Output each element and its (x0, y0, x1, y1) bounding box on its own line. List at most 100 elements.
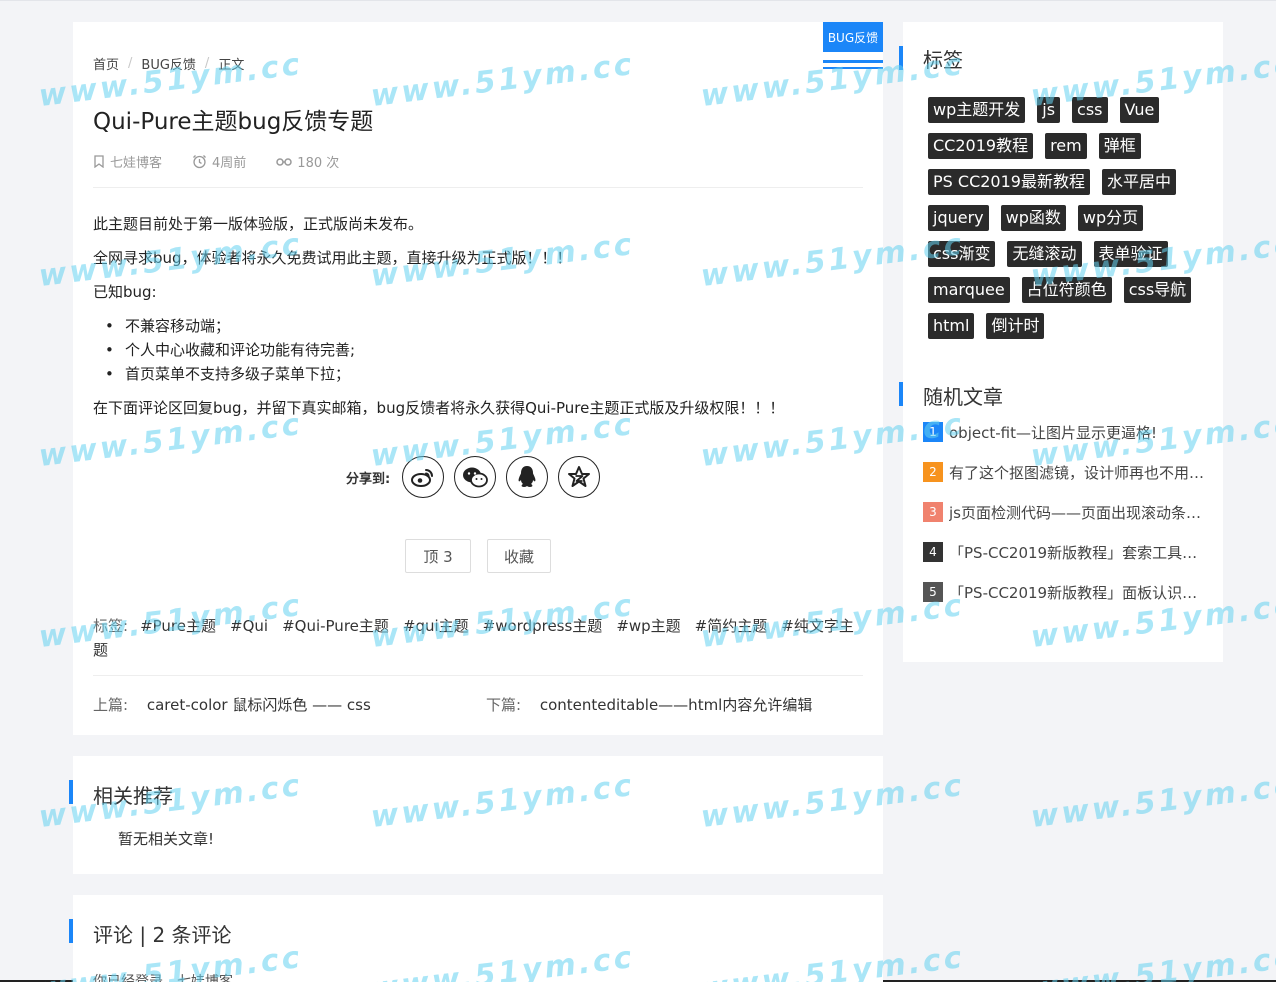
random-posts: 1 object-fit—让图片显示更逼格! 2 有了这个抠图滤镜，设计师再也不… (923, 422, 1208, 622)
weibo-share-button[interactable] (402, 456, 445, 498)
meta-author[interactable]: 七娃博客 (93, 152, 162, 171)
next-label: 下篇: (486, 696, 522, 714)
category-badge[interactable]: BUG反馈 (823, 22, 883, 52)
qzone-share-button[interactable] (558, 456, 601, 498)
meta-views: 180 次 (276, 152, 339, 171)
tag-cloud-item[interactable]: 水平居中 (1101, 169, 1176, 195)
tags-label: 标签: (93, 617, 129, 635)
tag-cloud-item[interactable]: marquee (928, 277, 1010, 303)
content-paragraph: 全网寻求bug，体验者将永久免费试用此主题，直接升级为正式版！！！ (93, 249, 572, 267)
tag-cloud-item[interactable]: wp函数 (1000, 205, 1066, 231)
views-icon (276, 157, 293, 166)
breadcrumb-current: 正文 (218, 58, 245, 73)
tag-cloud-item[interactable]: CC2019教程 (928, 133, 1034, 159)
qq-share-button[interactable] (506, 456, 549, 498)
meta-author-name: 七娃博客 (110, 156, 163, 171)
list-item: • 首页菜单不支持多级子菜单下拉； (105, 365, 351, 383)
tag-cloud-item[interactable]: wp主题开发 (928, 97, 1026, 123)
random-post-item[interactable]: 5 「PS-CC2019新版教程」面板认识与设置 (923, 582, 1208, 602)
category-underline (823, 60, 883, 63)
tag-cloud-item[interactable]: 占位符颜色 (1021, 277, 1112, 303)
post-tag[interactable]: #wordpress主题 (483, 617, 603, 635)
post-tag[interactable]: #wp主题 (616, 617, 680, 635)
tag-cloud-item[interactable]: wp分页 (1077, 205, 1144, 231)
tag-cloud-item[interactable]: 弹框 (1098, 133, 1141, 159)
favorite-button[interactable]: 收藏 (487, 539, 551, 573)
weibo-icon (411, 469, 434, 487)
tag-cloud-item[interactable]: 表单验证 (1093, 241, 1168, 267)
meta-views-text: 180 次 (297, 156, 340, 171)
list-item: • 不兼容移动端； (105, 317, 231, 335)
random-post-title: 有了这个抠图滤镜，设计师再也不用担心抠图了 (949, 463, 1208, 482)
tag-cloud-item[interactable]: js (1037, 97, 1061, 123)
page-title: Qui-Pure主题bug反馈专题 (93, 109, 374, 135)
tags-divider (93, 675, 863, 676)
section-accent-bar (69, 780, 73, 804)
next-post-link[interactable]: contenteditable——html内容允许编辑 (540, 696, 813, 714)
random-post-item[interactable]: 4 「PS-CC2019新版教程」套索工具详解 (923, 542, 1208, 562)
section-accent-bar (899, 382, 903, 406)
post-tag[interactable]: #Pure主题 (140, 617, 216, 635)
breadcrumb-home[interactable]: 首页 (93, 54, 119, 73)
wechat-share-button[interactable] (454, 456, 497, 498)
post-tags: 标签: #Pure主题 #Qui #Qui-Pure主题 #qui主题 #wordpres… (93, 614, 868, 662)
sidebar-tags-title: 标签 (923, 48, 963, 72)
tag-cloud-item[interactable]: Vue (1119, 97, 1160, 123)
prev-post: 上篇: caret-color 鼠标闪烁色 —— css (93, 694, 371, 715)
post-meta: 七娃博客 4周前 180 次 (93, 152, 369, 171)
post-tag[interactable]: #简约主题 (695, 617, 768, 635)
meta-divider (93, 187, 863, 188)
post-tag[interactable]: #Qui (230, 617, 268, 635)
rank-badge: 5 (923, 582, 943, 602)
share-bar: 分享到: (346, 456, 610, 498)
tag-cloud-item[interactable]: css (1072, 97, 1108, 123)
random-post-title: 「PS-CC2019新版教程」面板认识与设置 (949, 583, 1208, 602)
random-post-item[interactable]: 3 js页面检测代码——页面出现滚动条时执行 (923, 502, 1208, 522)
post-tag[interactable]: #Qui-Pure主题 (282, 617, 389, 635)
tag-cloud-item[interactable]: css渐变 (928, 241, 996, 267)
sidebar: 标签 wp主题开发 js css Vue CC2019教程 rem 弹框 PS … (899, 22, 1223, 662)
wechat-icon (463, 467, 489, 488)
tag-cloud-item[interactable]: PS CC2019最新教程 (928, 169, 1090, 195)
post-tag[interactable]: #qui主题 (403, 617, 469, 635)
related-section: 相关推荐 暂无相关文章! (69, 756, 883, 874)
meta-time-text: 4周前 (212, 156, 247, 171)
sidebar-random-title: 随机文章 (923, 385, 1003, 409)
like-button[interactable]: 顶 3 (405, 539, 471, 573)
tag-cloud-item[interactable]: 倒计时 (986, 313, 1045, 339)
meta-time: 4周前 (192, 152, 246, 171)
tag-cloud: wp主题开发 js css Vue CC2019教程 rem 弹框 PS CC2… (928, 97, 1213, 349)
random-post-item[interactable]: 1 object-fit—让图片显示更逼格! (923, 422, 1208, 442)
tag-cloud-item[interactable]: 无缝滚动 (1007, 241, 1082, 267)
content-paragraph: 此主题目前处于第一版体验版，正式版尚未发布。 (93, 215, 424, 233)
breadcrumb-category[interactable]: BUG反馈 (141, 54, 196, 73)
related-title: 相关推荐 (93, 784, 173, 808)
watermark-text: www.51ym.cc (1028, 939, 1276, 982)
post-content: 此主题目前处于第一版体验版，正式版尚未发布。 全网寻求bug，体验者将永久免费试… (93, 214, 863, 432)
alarm-clock-icon (193, 155, 206, 169)
tag-cloud-item[interactable]: css导航 (1123, 277, 1192, 303)
qzone-icon (568, 466, 591, 487)
section-accent-bar (899, 46, 903, 70)
breadcrumb: 首页 / BUG反馈 / 正文 (93, 54, 244, 73)
watermark-text: www.51ym.cc (1028, 767, 1276, 836)
prev-label: 上篇: (93, 696, 129, 714)
tag-cloud-item[interactable]: jquery (928, 205, 989, 231)
rank-badge: 4 (923, 542, 943, 562)
tag-cloud-item[interactable]: html (928, 313, 975, 339)
random-post-item[interactable]: 2 有了这个抠图滤镜，设计师再也不用担心抠图了 (923, 462, 1208, 482)
section-accent-bar (69, 919, 73, 943)
prev-post-link[interactable]: caret-color 鼠标闪烁色 —— css (147, 696, 371, 714)
rank-badge: 1 (923, 422, 943, 442)
category-underline-secondary (823, 67, 883, 69)
random-post-title: js页面检测代码——页面出现滚动条时执行 (949, 503, 1208, 522)
rank-badge: 2 (923, 462, 943, 482)
rank-badge: 3 (923, 502, 943, 522)
qq-icon (518, 466, 536, 487)
related-empty-text: 暂无相关文章! (118, 830, 215, 848)
share-label: 分享到: (346, 471, 391, 487)
tag-cloud-item[interactable]: rem (1045, 133, 1087, 159)
random-post-title: 「PS-CC2019新版教程」套索工具详解 (949, 543, 1208, 562)
comments-title: 评论 | 2 条评论 (93, 923, 232, 947)
content-paragraph: 已知bug: (93, 283, 157, 301)
